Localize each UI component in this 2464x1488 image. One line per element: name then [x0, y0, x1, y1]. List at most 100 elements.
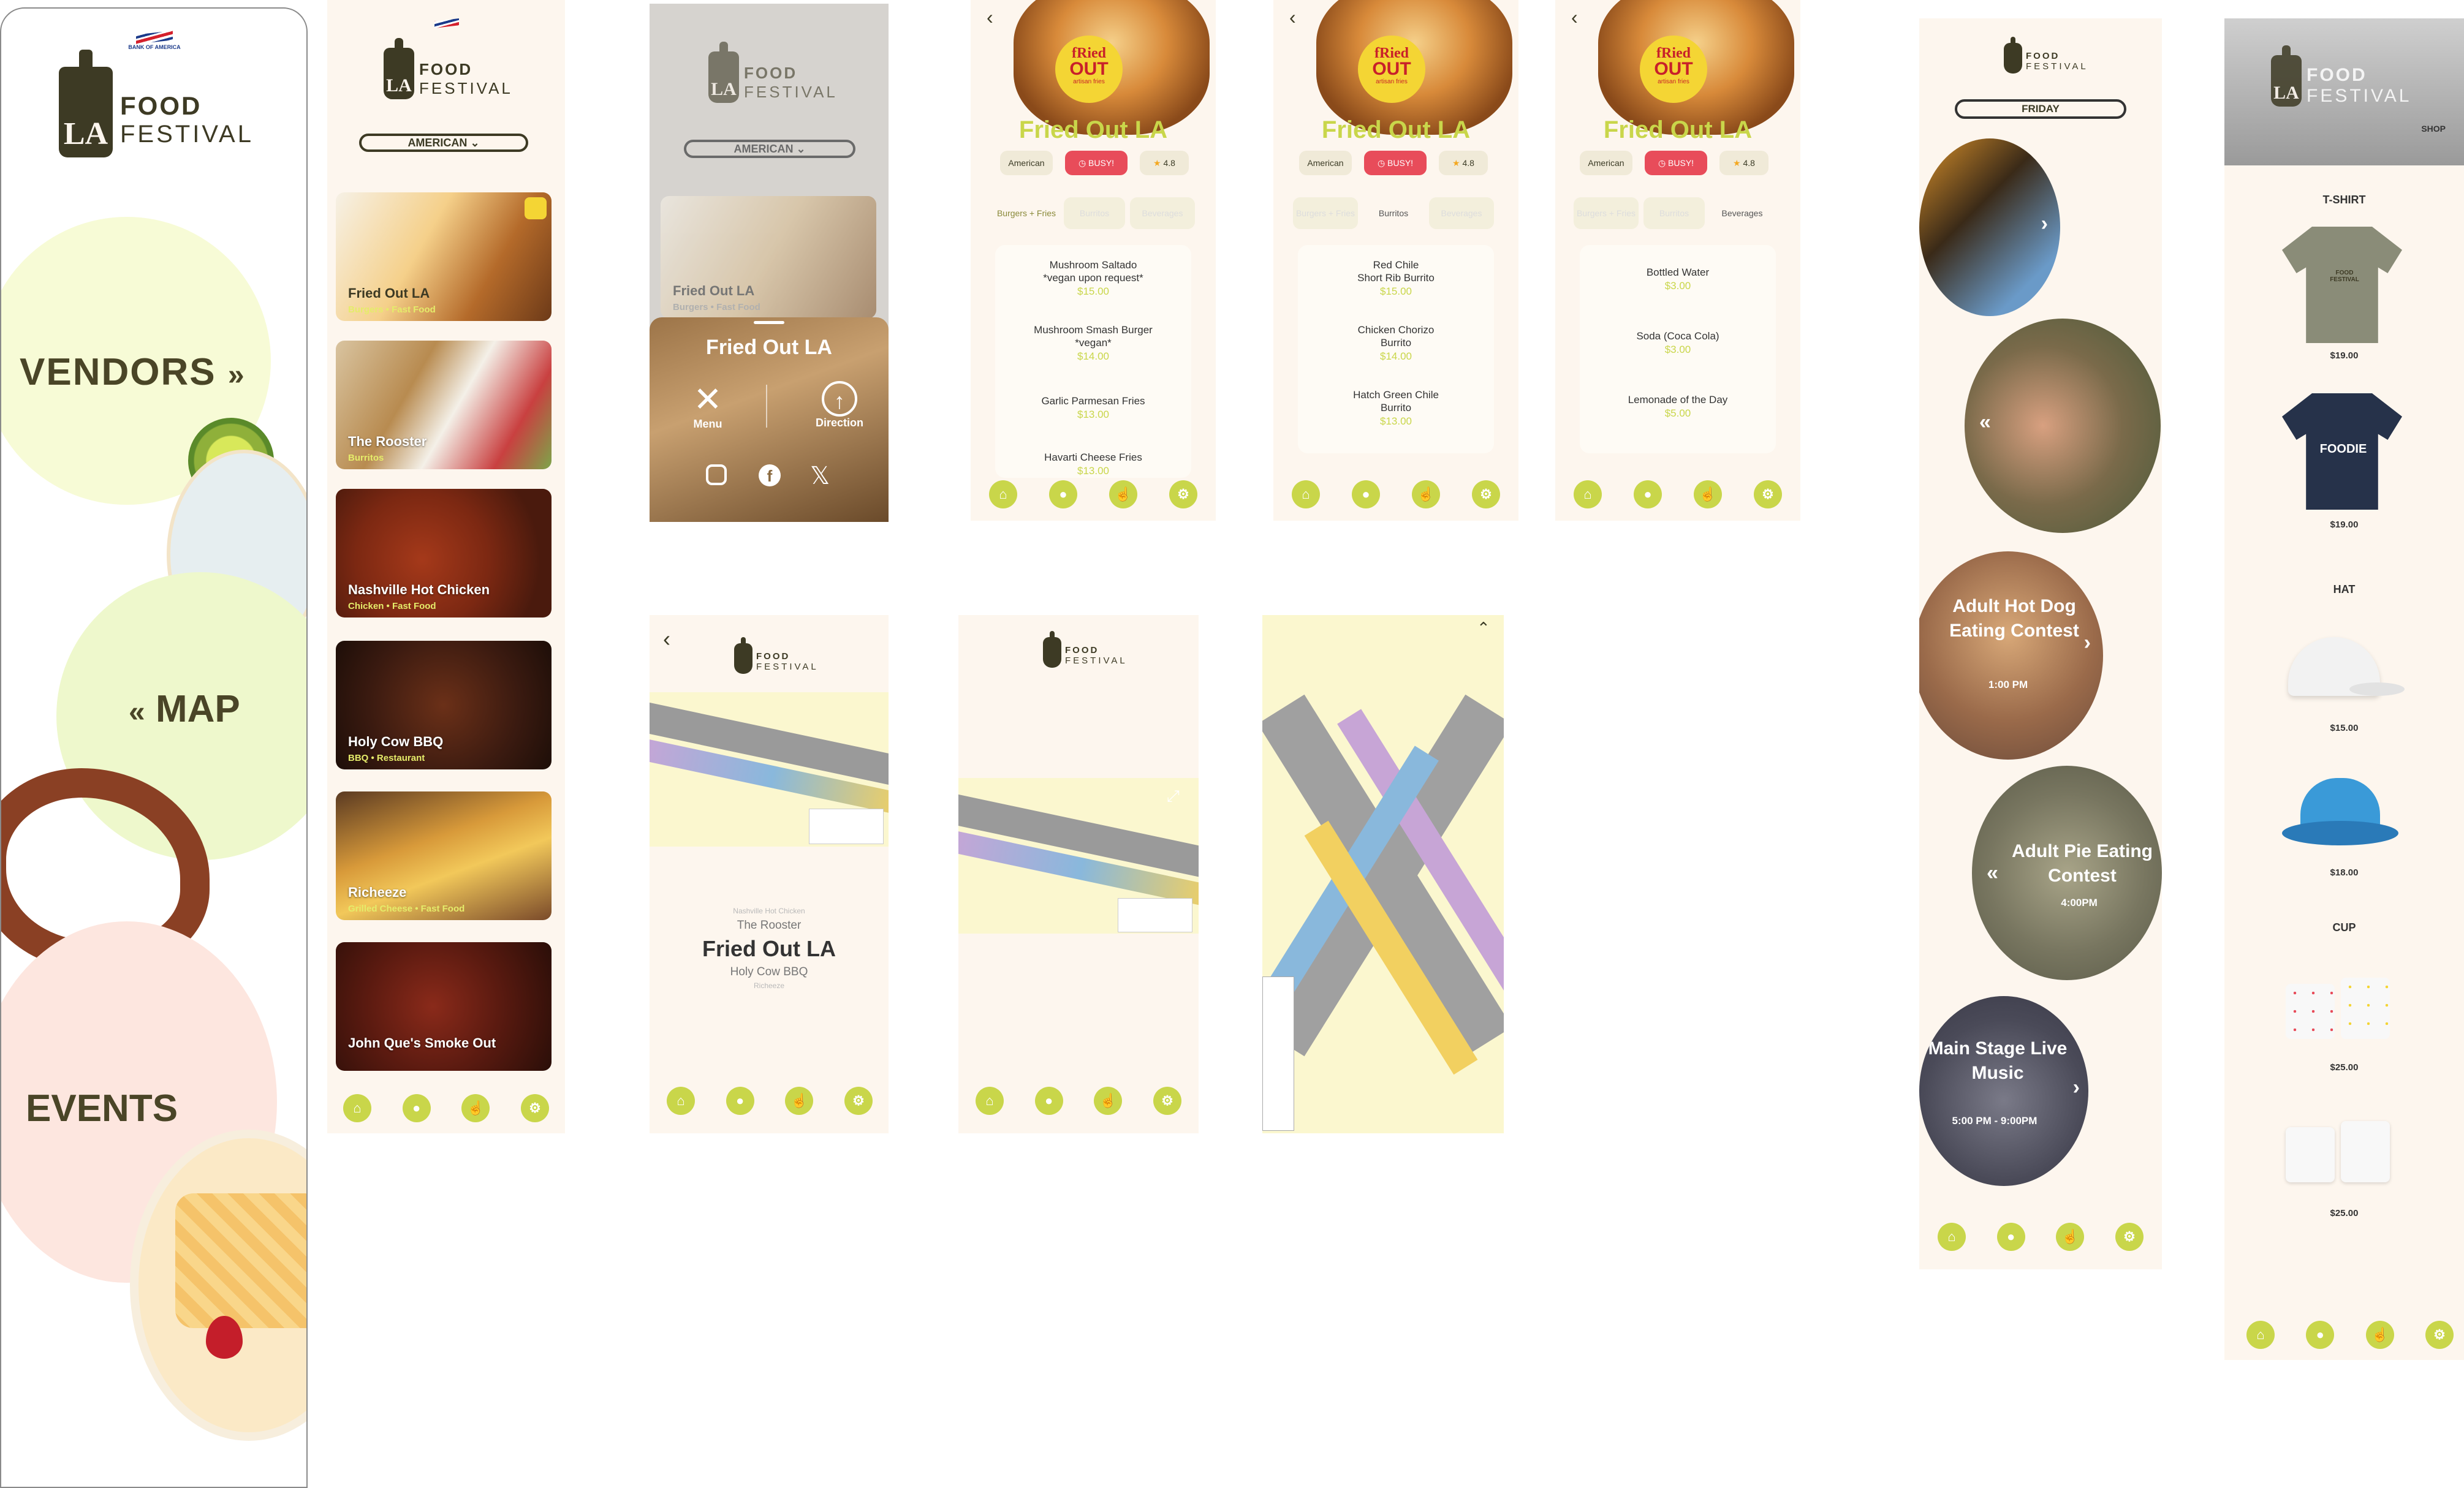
tab-burgers[interactable]: Burgers + Fries [1293, 197, 1358, 229]
tap-icon[interactable]: ☝ [2365, 1321, 2394, 1349]
festival-map[interactable]: ⤢ [958, 778, 1199, 934]
home-icon[interactable]: ⌂ [343, 1094, 371, 1122]
location-pin-icon[interactable]: ● [1634, 480, 1662, 508]
vendor-name: The Rooster [348, 434, 427, 449]
vendor-card[interactable]: The Rooster Burritos [336, 341, 552, 469]
product-hat-white[interactable] [2276, 631, 2405, 711]
menu-item[interactable]: Lemonade of the Day $5.00 [1580, 393, 1776, 421]
vendor-card[interactable]: Holy Cow BBQ BBQ • Restaurant [336, 641, 552, 769]
day-selector[interactable]: FRIDAY [1955, 99, 2126, 119]
home-icon[interactable]: ⌂ [989, 480, 1017, 508]
vendor-card[interactable]: Nashville Hot Chicken Chicken • Fast Foo… [336, 489, 552, 617]
event-image-painting[interactable]: › [1919, 138, 2060, 316]
event-live-music[interactable]: Main Stage Live Music 5:00 PM - 9:00PM › [1919, 996, 2088, 1186]
back-arrow-icon[interactable]: ‹ [1571, 6, 1578, 29]
menu-item[interactable]: Chicken Chorizo Burrito $14.00 [1298, 323, 1494, 364]
menu-button[interactable]: ✕ Menu [686, 381, 729, 431]
cuisine-filter-dropdown[interactable]: AMERICAN ⌄ [684, 140, 855, 158]
settings-icon[interactable]: ⚙ [1153, 1087, 1181, 1115]
picker-item[interactable]: Nashville Hot Chicken [650, 907, 889, 915]
settings-icon[interactable]: ⚙ [844, 1087, 873, 1115]
back-arrow-icon[interactable]: ‹ [1289, 6, 1296, 29]
tab-beverages[interactable]: Beverages [1130, 197, 1195, 229]
vendor-picker[interactable]: Nashville Hot Chicken The Rooster Fried … [650, 907, 889, 990]
picker-item[interactable]: The Rooster [650, 919, 889, 932]
event-hotdog-contest[interactable]: Adult Hot Dog Eating Contest 1:00 PM › [1919, 551, 2103, 760]
tap-icon[interactable]: ☝ [785, 1087, 814, 1115]
location-pin-icon[interactable]: ● [1996, 1223, 2025, 1251]
events-link[interactable]: EVENTS [26, 1087, 178, 1130]
settings-icon[interactable]: ⚙ [1472, 480, 1500, 508]
tab-beverages[interactable]: Beverages [1429, 197, 1494, 229]
tap-icon[interactable]: ☝ [461, 1094, 490, 1122]
tap-icon[interactable]: ☝ [1694, 480, 1722, 508]
menu-item[interactable]: Soda (Coca Cola) $3.00 [1580, 330, 1776, 357]
product-tshirt-navy[interactable]: FOODIE [2282, 393, 2402, 510]
home-icon[interactable]: ⌂ [1574, 480, 1602, 508]
product-hat-blue[interactable] [2276, 772, 2402, 864]
event-pie-contest[interactable]: Adult Pie Eating Contest 4:00PM « [1972, 766, 2162, 980]
tap-icon[interactable]: ☝ [1094, 1087, 1123, 1115]
tab-burritos[interactable]: Burritos [1064, 197, 1125, 229]
product-cup-pattern[interactable] [2286, 978, 2396, 1045]
tab-burritos[interactable]: Burritos [1643, 197, 1705, 229]
popup-handle[interactable] [754, 321, 784, 324]
festival-map[interactable] [650, 692, 889, 847]
back-arrow-icon[interactable]: ‹ [987, 6, 993, 29]
facebook-icon[interactable]: f [759, 464, 781, 486]
picker-item-selected[interactable]: Fried Out LA [650, 936, 889, 962]
location-pin-icon[interactable]: ● [1049, 480, 1077, 508]
home-icon[interactable]: ⌂ [1938, 1223, 1966, 1251]
vendor-popup[interactable]: Fried Out LA ✕ Menu ↑ Direction f 𝕏 [650, 317, 889, 522]
cuisine-filter-dropdown[interactable]: AMERICAN ⌄ [359, 134, 528, 152]
product-tshirt-grey[interactable]: FOOD FESTIVAL [2282, 227, 2402, 343]
menu-item[interactable]: Red Chile Short Rib Burrito $15.00 [1298, 259, 1494, 299]
settings-icon[interactable]: ⚙ [1754, 480, 1782, 508]
menu-item[interactable]: Mushroom Smash Burger *vegan* $14.00 [995, 323, 1191, 364]
product-cup-plain[interactable] [2286, 1121, 2396, 1188]
vendors-link[interactable]: VENDORS » [20, 350, 246, 394]
location-pin-icon[interactable]: ● [726, 1087, 754, 1115]
event-image-kids[interactable]: « [1965, 319, 2161, 533]
home-icon[interactable]: ⌂ [1292, 480, 1320, 508]
settings-icon[interactable]: ⚙ [1169, 480, 1197, 508]
home-icon[interactable]: ⌂ [976, 1087, 1004, 1115]
menu-item[interactable]: Bottled Water $3.00 [1580, 266, 1776, 293]
back-arrow-icon[interactable]: ‹ [663, 626, 670, 652]
menu-item[interactable]: Garlic Parmesan Fries $13.00 [995, 395, 1191, 422]
vendor-card[interactable]: Fried Out LA Burgers • Fast Food [336, 192, 552, 321]
location-pin-icon[interactable]: ● [402, 1094, 431, 1122]
full-map-screen[interactable]: ⌃ [1262, 615, 1504, 1133]
menu-item[interactable]: Mushroom Saltado *vegan upon request* $15… [995, 259, 1191, 299]
section-title: T-SHIRT [2322, 194, 2366, 206]
tap-icon[interactable]: ☝ [1412, 480, 1440, 508]
tab-burgers[interactable]: Burgers + Fries [994, 197, 1059, 229]
menu-item[interactable]: Havarti Cheese Fries $13.00 [995, 451, 1191, 478]
tab-burritos[interactable]: Burritos [1363, 197, 1424, 229]
bottom-nav: ⌂ ● ☝ ⚙ [2246, 1321, 2454, 1349]
vendor-card[interactable]: Richeeze Grilled Cheese • Fast Food [336, 791, 552, 920]
home-icon[interactable]: ⌂ [2246, 1321, 2275, 1349]
tap-icon[interactable]: ☝ [2056, 1223, 2085, 1251]
settings-icon[interactable]: ⚙ [2425, 1321, 2454, 1349]
tap-icon[interactable]: ☝ [1109, 480, 1137, 508]
x-icon[interactable]: 𝕏 [810, 462, 830, 490]
menu-item[interactable]: Hatch Green Chile Burrito $13.00 [1298, 388, 1494, 429]
location-pin-icon[interactable]: ● [2306, 1321, 2335, 1349]
instagram-icon[interactable] [706, 464, 727, 485]
tab-label: Burgers + Fries [996, 208, 1056, 218]
map-link[interactable]: « MAP [129, 687, 240, 731]
picker-item[interactable]: Richeeze [650, 981, 889, 990]
settings-icon[interactable]: ⚙ [520, 1094, 549, 1122]
settings-icon[interactable]: ⚙ [2115, 1223, 2144, 1251]
tab-burgers[interactable]: Burgers + Fries [1574, 197, 1639, 229]
location-pin-icon[interactable]: ● [1034, 1087, 1063, 1115]
expand-icon[interactable]: ⤢ [1167, 787, 1180, 806]
collapse-icon[interactable]: ⌃ [1477, 619, 1490, 638]
tab-beverages[interactable]: Beverages [1710, 197, 1775, 229]
vendor-card[interactable]: John Que's Smoke Out [336, 942, 552, 1071]
direction-button[interactable]: ↑ Direction [803, 381, 876, 429]
location-pin-icon[interactable]: ● [1352, 480, 1380, 508]
home-icon[interactable]: ⌂ [667, 1087, 695, 1115]
picker-item[interactable]: Holy Cow BBQ [650, 965, 889, 979]
